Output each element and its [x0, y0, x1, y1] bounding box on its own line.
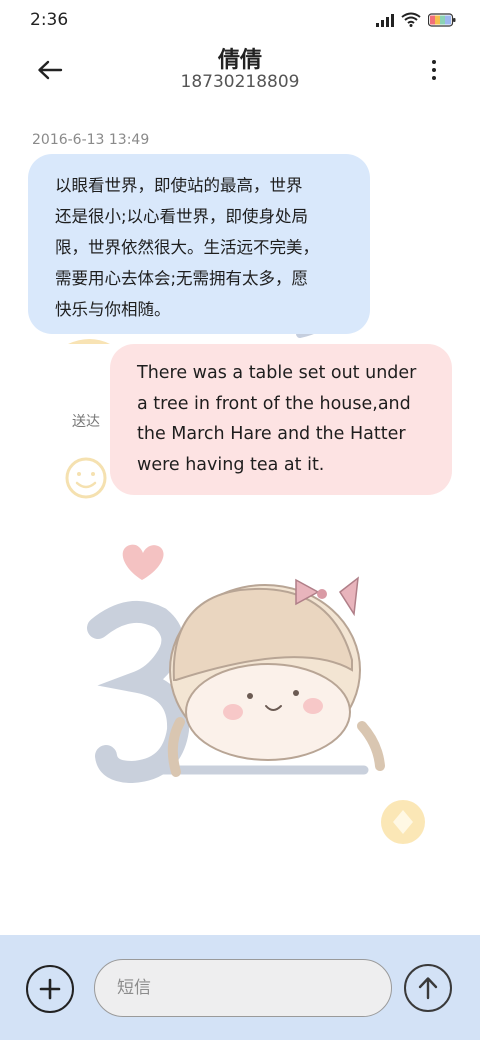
wallpaper-decoration-yellow [68, 339, 110, 344]
message-line: 还是很小;以心看世界，即使身处局 [55, 207, 309, 226]
signal-icon [376, 13, 394, 27]
outgoing-message-bubble[interactable]: There was a table set out under a tree i… [110, 344, 452, 495]
send-arrow-icon [418, 977, 438, 1000]
battery-icon [428, 12, 456, 27]
delivery-status: 送达 [72, 414, 100, 430]
message-composer [0, 935, 480, 1040]
add-attachment-button[interactable] [26, 965, 74, 1013]
more-options-button[interactable] [422, 54, 446, 86]
status-icons [376, 12, 456, 27]
messaging-screen: 2:36 倩倩 18730218809 2016-6-13 13:49 以眼看世… [0, 0, 480, 1040]
message-line: 以眼看世界，即使站的最高，世界 [55, 176, 303, 195]
message-line: 需要用心去体会;无需拥有太多，愿 [55, 269, 309, 288]
more-vertical-icon [432, 60, 436, 64]
coin-icon [381, 800, 425, 844]
message-timestamp: 2016-6-13 13:49 [32, 132, 150, 148]
contact-name: 倩倩 [217, 48, 262, 73]
contact-phone-number: 18730218809 [180, 72, 300, 92]
conversation-header: 倩倩 18730218809 [0, 40, 480, 102]
send-button[interactable] [404, 964, 452, 1012]
message-line: the March Hare and the Hatter [137, 424, 406, 444]
wifi-icon [401, 12, 421, 27]
message-line: were having tea at it. [137, 454, 325, 475]
number-three-graphic [87, 601, 190, 784]
incoming-message-bubble[interactable]: 以眼看世界，即使站的最高，世界 还是很小;以心看世界，即使身处局 限，世界依然很… [28, 154, 370, 334]
message-line: 快乐与你相随。 [55, 300, 171, 319]
heart-icon [122, 544, 164, 580]
message-line: 限，世界依然很大。生活远不完美， [55, 238, 319, 257]
plus-icon [39, 978, 61, 1000]
message-line: a tree in front of the house,and [137, 393, 411, 414]
girl-illustration [167, 576, 385, 777]
status-time: 2:36 [30, 10, 69, 30]
message-line: There was a table set out under [137, 363, 417, 383]
sms-input[interactable] [94, 959, 392, 1017]
smiley-icon [65, 457, 107, 499]
status-bar: 2:36 [0, 0, 480, 40]
